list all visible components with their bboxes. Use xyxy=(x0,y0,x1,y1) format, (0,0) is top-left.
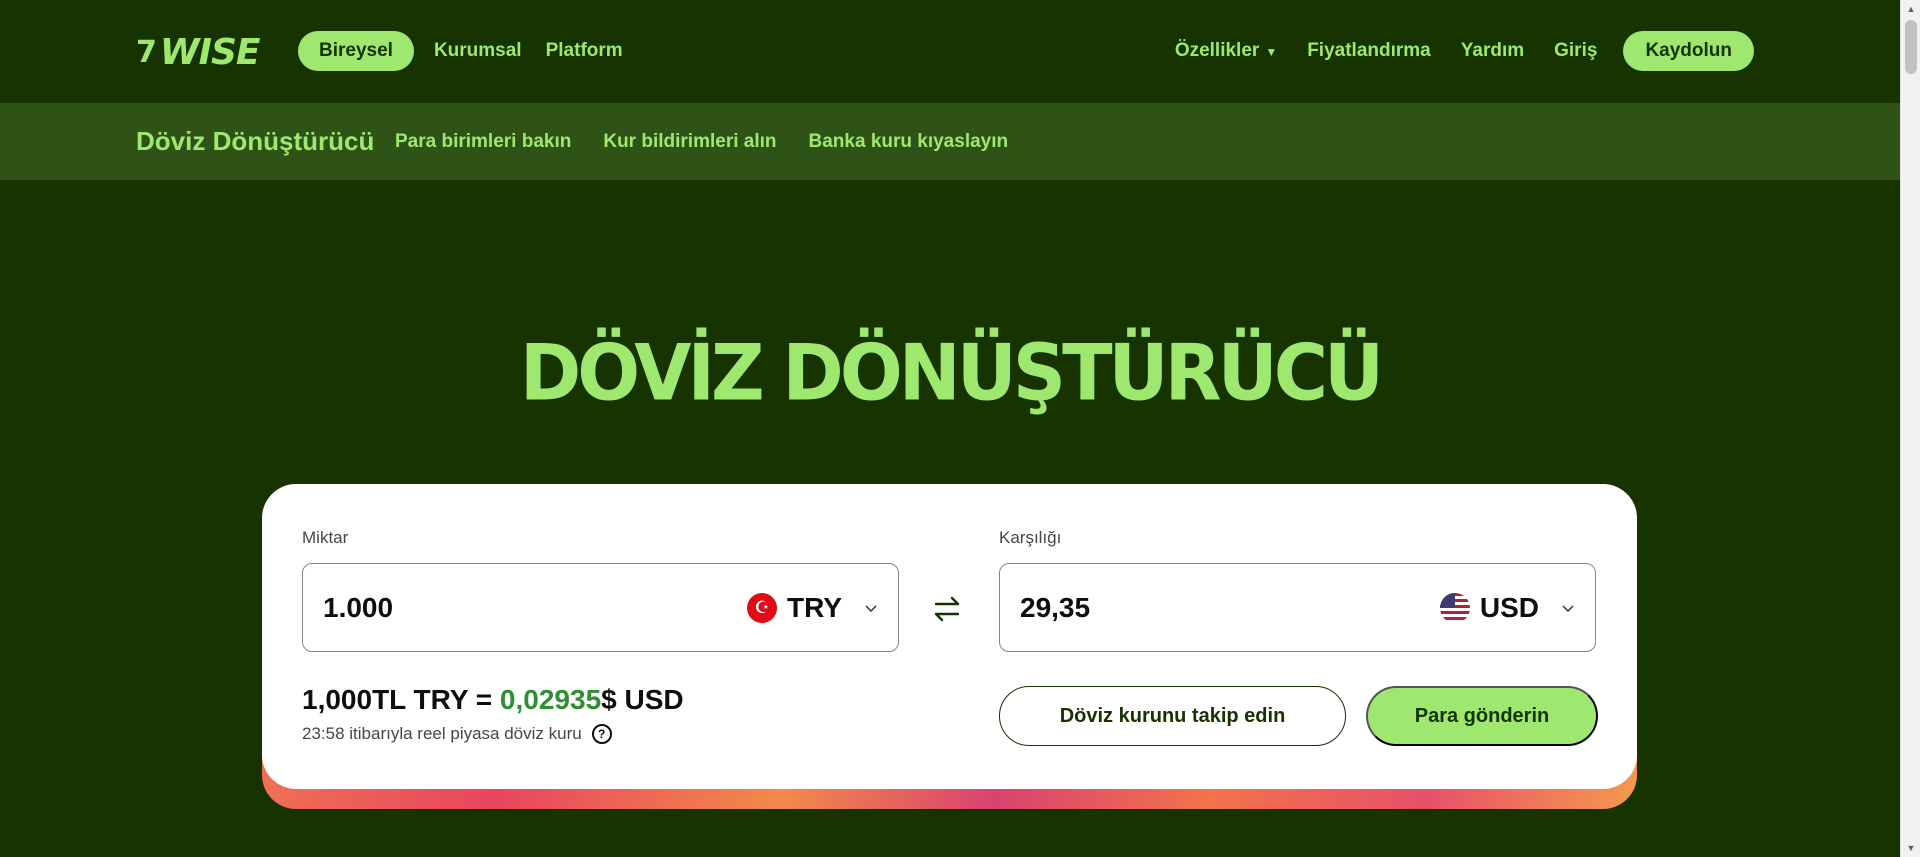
source-currency-code: TRY xyxy=(787,591,842,623)
help-icon[interactable]: ? xyxy=(591,724,612,744)
chevron-down-icon xyxy=(865,604,877,612)
amount-field[interactable]: 1.000 ☪ TRY xyxy=(302,563,899,652)
caret-down-icon: ▼ xyxy=(1265,45,1278,59)
subnav-link-rate-alerts[interactable]: Kur bildirimleri alın xyxy=(603,131,776,153)
track-rate-button[interactable]: Döviz kurunu takip edin xyxy=(999,686,1346,746)
nav-ozellikler[interactable]: Özellikler ▼ xyxy=(1171,40,1281,62)
rate-timestamp: 23:58 itibarıyla reel piyasa döviz kuru … xyxy=(302,724,612,744)
nav-ozellikler-label: Özellikler xyxy=(1174,40,1260,61)
top-navigation: 7 WISE Bireysel Kurumsal Platform Özelli… xyxy=(0,0,1900,103)
nav-bireysel[interactable]: Bireysel xyxy=(298,31,414,71)
segment-nav: Bireysel Kurumsal Platform xyxy=(298,31,627,71)
rate-note: 23:58 itibarıyla reel piyasa döviz kuru xyxy=(302,724,582,743)
subnav-link-bank-compare[interactable]: Banka kuru kıyaslayın xyxy=(809,131,1009,153)
rate-suffix: $ USD xyxy=(601,684,684,715)
subnav-title[interactable]: Döviz Dönüştürücü xyxy=(136,126,374,157)
target-currency-select[interactable]: USD xyxy=(1439,591,1575,624)
exchange-rate: 1,000TL TRY = 0,02935$ USD xyxy=(302,684,684,716)
wise-logo-text: WISE xyxy=(159,32,261,73)
rate-value: 0,02935 xyxy=(499,684,602,715)
target-currency-code: USD xyxy=(1479,591,1539,623)
nav-giris[interactable]: Giriş xyxy=(1550,40,1601,62)
amount-input[interactable]: 1.000 xyxy=(323,592,747,624)
subnav-links: Para birimleri bakın Kur bildirimleri al… xyxy=(395,131,1008,153)
turkey-flag-icon: ☪ xyxy=(747,592,778,623)
wise-flag-icon: 7 xyxy=(136,35,157,70)
scroll-up-icon[interactable]: ▲ xyxy=(1901,0,1920,18)
rate-prefix: 1,000TL TRY = xyxy=(302,684,500,715)
signup-button[interactable]: Kaydolun xyxy=(1623,31,1754,71)
usa-flag-icon xyxy=(1439,592,1470,623)
amount-label: Miktar xyxy=(302,528,349,547)
converted-label: Karşılığı xyxy=(999,528,1062,547)
chevron-down-icon xyxy=(1562,604,1574,612)
send-money-button[interactable]: Para gönderin xyxy=(1366,686,1598,746)
nav-fiyatlandirma[interactable]: Fiyatlandırma xyxy=(1303,40,1435,62)
page-scrollbar[interactable]: ▲ ▼ xyxy=(1900,0,1920,857)
converted-field[interactable]: 29,35 USD xyxy=(999,563,1596,652)
currency-converter-card: Miktar 1.000 ☪ TRY Karşılığı 29,35 USD 1… xyxy=(262,484,1637,789)
scrollbar-thumb[interactable] xyxy=(1905,20,1917,74)
main-nav: Özellikler ▼ Fiyatlandırma Yardım Giriş K… xyxy=(1171,31,1754,71)
nav-kurumsal[interactable]: Kurumsal xyxy=(430,40,526,62)
page-title: DÖVİZ DÖNÜŞTÜRÜCÜ xyxy=(519,327,1384,419)
source-currency-select[interactable]: ☪ TRY xyxy=(747,592,878,624)
sub-navigation: Döviz Dönüştürücü Para birimleri bakın K… xyxy=(0,103,1900,180)
wise-logo[interactable]: 7 WISE xyxy=(136,32,260,73)
nav-yardim[interactable]: Yardım xyxy=(1457,40,1528,62)
converted-input[interactable]: 29,35 xyxy=(1020,592,1440,624)
scroll-down-icon[interactable]: ▼ xyxy=(1901,839,1920,857)
swap-icon[interactable] xyxy=(930,594,964,624)
nav-platform[interactable]: Platform xyxy=(542,40,627,62)
subnav-link-currencies[interactable]: Para birimleri bakın xyxy=(395,131,571,153)
